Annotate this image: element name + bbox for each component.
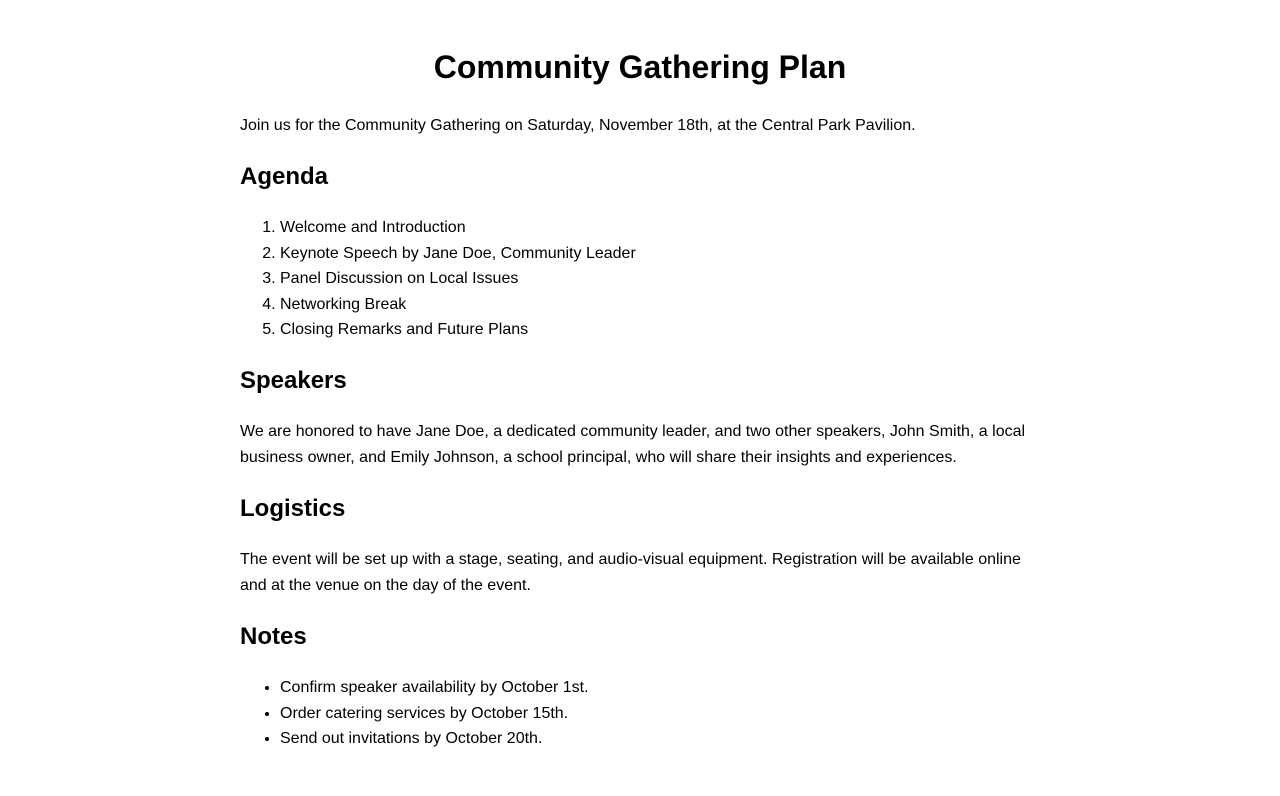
note-item: Confirm speaker availability by October …: [280, 675, 1040, 701]
agenda-item: Networking Break: [280, 292, 1040, 318]
document: Community Gathering Plan Join us for the…: [240, 0, 1040, 752]
agenda-item: Closing Remarks and Future Plans: [280, 317, 1040, 343]
intro-paragraph: Join us for the Community Gathering on S…: [240, 117, 916, 134]
speakers-heading: Speakers: [240, 366, 347, 394]
logistics-paragraph: The event will be set up with a stage, s…: [240, 550, 1021, 594]
note-item: Order catering services by October 15th.: [280, 701, 1040, 727]
notes-heading: Notes: [240, 622, 307, 650]
speakers-paragraph: We are honored to have Jane Doe, a dedic…: [240, 422, 1026, 466]
notes-list: Confirm speaker availability by October …: [240, 675, 1040, 752]
agenda-item: Welcome and Introduction: [280, 215, 1040, 241]
page-title: Community Gathering Plan: [433, 49, 847, 85]
note-item: Send out invitations by October 20th.: [280, 726, 1040, 752]
agenda-item: Panel Discussion on Local Issues: [280, 266, 1040, 292]
agenda-item: Keynote Speech by Jane Doe, Community Le…: [280, 241, 1040, 267]
logistics-heading: Logistics: [240, 494, 346, 522]
agenda-heading: Agenda: [240, 163, 329, 190]
agenda-list: Welcome and Introduction Keynote Speech …: [240, 215, 1040, 343]
